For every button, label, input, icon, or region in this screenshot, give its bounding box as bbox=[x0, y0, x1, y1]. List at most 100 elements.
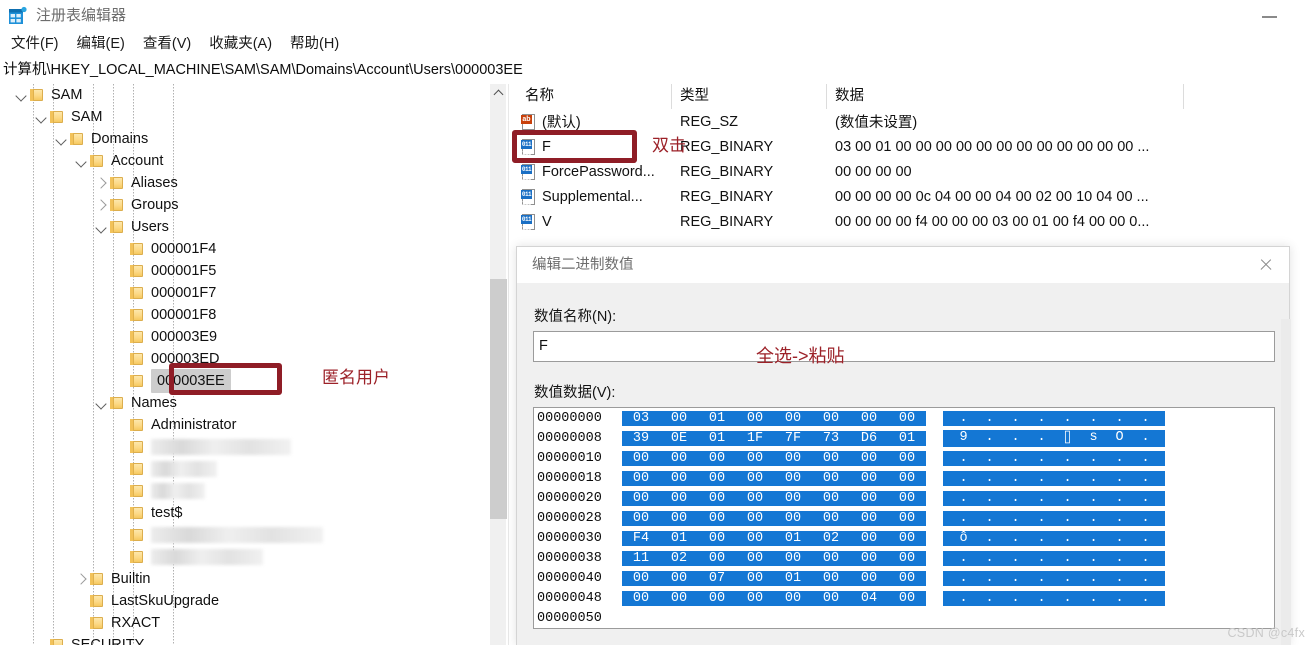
hex-byte[interactable]: 00 bbox=[888, 470, 926, 486]
hex-byte[interactable]: 00 bbox=[774, 410, 812, 426]
hex-byte[interactable]: 00 bbox=[888, 550, 926, 566]
hex-ascii-char[interactable]: . bbox=[1061, 490, 1074, 506]
hex-byte[interactable]: 00 bbox=[698, 470, 736, 486]
hex-ascii-char[interactable]: . bbox=[1009, 550, 1022, 566]
tree-node[interactable]: Users bbox=[0, 216, 489, 238]
hex-byte[interactable]: 00 bbox=[660, 450, 698, 466]
chevron-down-icon[interactable] bbox=[13, 87, 29, 103]
tree-node[interactable] bbox=[0, 546, 489, 568]
hex-ascii-char[interactable]: . bbox=[1113, 470, 1126, 486]
menu-favorites[interactable]: 收藏夹(A) bbox=[200, 32, 281, 56]
hex-byte[interactable]: 00 bbox=[660, 410, 698, 426]
hex-line[interactable]: 00000020 00 00 00 00 00 00 00 00. . . . . . . . bbox=[534, 488, 1165, 508]
hex-ascii-char[interactable]: . bbox=[1061, 470, 1074, 486]
hex-byte[interactable]: 11 bbox=[622, 550, 660, 566]
hex-byte[interactable]: 00 bbox=[660, 490, 698, 506]
hex-line[interactable]: 00000010 00 00 00 00 00 00 00 00. . . . . . . . bbox=[534, 448, 1165, 468]
hex-ascii-char[interactable]: . bbox=[957, 550, 970, 566]
hex-ascii-char[interactable]: . bbox=[1087, 590, 1100, 606]
chevron-down-icon[interactable] bbox=[93, 219, 109, 235]
hex-ascii-char[interactable]: . bbox=[1139, 470, 1152, 486]
hex-byte[interactable]: 00 bbox=[736, 570, 774, 586]
hex-ascii-char[interactable]: . bbox=[1035, 550, 1048, 566]
hex-byte[interactable]: 02 bbox=[660, 550, 698, 566]
hex-ascii-char[interactable]: . bbox=[1061, 450, 1074, 466]
chevron-down-icon[interactable] bbox=[53, 131, 69, 147]
hex-byte[interactable]: 00 bbox=[850, 490, 888, 506]
hex-byte[interactable]: 01 bbox=[698, 410, 736, 426]
hex-line[interactable]: 00000000 03 00 01 00 00 00 00 00. . . . . . . . bbox=[534, 408, 1165, 428]
tree-node[interactable]: Aliases bbox=[0, 172, 489, 194]
hex-byte[interactable]: 00 bbox=[698, 490, 736, 506]
hex-ascii-char[interactable]: . bbox=[983, 530, 996, 546]
hex-ascii-char[interactable]: . bbox=[1009, 530, 1022, 546]
hex-byte[interactable]: 00 bbox=[774, 510, 812, 526]
hex-ascii-char[interactable]: . bbox=[1113, 550, 1126, 566]
minimize-button[interactable] bbox=[1255, 6, 1285, 26]
tree-node[interactable]: 000001F5 bbox=[0, 260, 489, 282]
hex-byte[interactable]: 00 bbox=[812, 450, 850, 466]
hex-ascii-char[interactable]: . bbox=[957, 510, 970, 526]
hex-byte[interactable]: 01 bbox=[888, 430, 926, 446]
hex-byte[interactable]: 00 bbox=[660, 470, 698, 486]
hex-byte[interactable]: 00 bbox=[888, 510, 926, 526]
hex-ascii-char[interactable]: . bbox=[1061, 590, 1074, 606]
hex-byte[interactable]: 00 bbox=[888, 410, 926, 426]
tree-node[interactable]: SAM bbox=[0, 84, 489, 106]
hex-byte[interactable]: 00 bbox=[850, 550, 888, 566]
close-icon[interactable] bbox=[1243, 247, 1289, 283]
chevron-down-icon[interactable] bbox=[73, 153, 89, 169]
tree-node[interactable]: Names bbox=[0, 392, 489, 414]
tree-node[interactable]: Builtin bbox=[0, 568, 489, 590]
hex-byte[interactable]: 00 bbox=[812, 410, 850, 426]
column-header-name[interactable]: 名称 bbox=[517, 84, 672, 109]
hex-ascii-char[interactable]: . bbox=[1009, 470, 1022, 486]
hex-byte[interactable]: 00 bbox=[812, 570, 850, 586]
value-row[interactable]: 011 110 ForcePassword... REG_BINARY 00 00 00… bbox=[517, 159, 1313, 184]
hex-ascii-char[interactable]: . bbox=[1009, 429, 1022, 447]
hex-ascii-char[interactable]: . bbox=[1035, 410, 1048, 426]
menu-help[interactable]: 帮助(H) bbox=[281, 32, 348, 56]
hex-editor[interactable]: 00000000 03 00 01 00 00 00 00 00. . . . . . . . … bbox=[533, 407, 1275, 629]
hex-ascii-char[interactable]: . bbox=[1009, 510, 1022, 526]
tree-node[interactable] bbox=[0, 524, 489, 546]
hex-ascii-char[interactable]: . bbox=[1113, 490, 1126, 506]
menu-edit[interactable]: 编辑(E) bbox=[68, 32, 134, 56]
hex-ascii-char[interactable]: . bbox=[983, 510, 996, 526]
hex-line[interactable]: 00000008 39 0E 01 1F 7F 73 D6 01 9 . . . ⌷ s Ö . bbox=[534, 428, 1165, 448]
hex-byte[interactable]: 1F bbox=[736, 430, 774, 446]
tree-node[interactable]: RXACT bbox=[0, 612, 489, 634]
hex-ascii-char[interactable]: . bbox=[1009, 590, 1022, 606]
hex-ascii-char[interactable]: . bbox=[1139, 429, 1152, 447]
column-header-extra[interactable] bbox=[1184, 84, 1313, 109]
chevron-down-icon[interactable] bbox=[93, 395, 109, 411]
hex-byte[interactable]: 00 bbox=[622, 590, 660, 606]
hex-ascii-char[interactable]: . bbox=[983, 550, 996, 566]
hex-ascii-char[interactable]: . bbox=[1061, 510, 1074, 526]
hex-ascii-char[interactable]: . bbox=[983, 410, 996, 426]
hex-byte[interactable]: 00 bbox=[660, 570, 698, 586]
hex-byte[interactable]: 00 bbox=[812, 470, 850, 486]
tree-node[interactable]: SECURITY bbox=[0, 634, 489, 645]
hex-ascii-char[interactable]: . bbox=[1113, 450, 1126, 466]
scrollbar-thumb[interactable] bbox=[490, 279, 507, 519]
hex-line[interactable]: 00000018 00 00 00 00 00 00 00 00. . . . . . . . bbox=[534, 468, 1165, 488]
hex-ascii-char[interactable]: . bbox=[1113, 590, 1126, 606]
tree-node[interactable]: test$ bbox=[0, 502, 489, 524]
hex-byte[interactable]: 00 bbox=[736, 490, 774, 506]
hex-ascii-char[interactable]: . bbox=[983, 429, 996, 447]
hex-byte[interactable]: 00 bbox=[812, 510, 850, 526]
hex-byte[interactable]: 00 bbox=[850, 570, 888, 586]
value-row[interactable]: 011 110 V REG_BINARY 00 00 00 00 f4 00 00 00… bbox=[517, 209, 1313, 234]
tree-node[interactable]: 000001F8 bbox=[0, 304, 489, 326]
hex-line[interactable]: 00000038 11 02 00 00 00 00 00 00. . . . . . . . bbox=[534, 548, 1165, 568]
hex-byte[interactable]: 00 bbox=[888, 590, 926, 606]
menu-file[interactable]: 文件(F) bbox=[2, 32, 68, 56]
hex-ascii-char[interactable]: . bbox=[983, 490, 996, 506]
hex-ascii-char[interactable]: . bbox=[983, 450, 996, 466]
tree-node[interactable]: 000003E9 bbox=[0, 326, 489, 348]
hex-ascii-char[interactable]: . bbox=[1035, 450, 1048, 466]
hex-ascii-char[interactable]: . bbox=[1139, 590, 1152, 606]
hex-byte[interactable]: 00 bbox=[736, 590, 774, 606]
hex-byte[interactable]: F4 bbox=[622, 530, 660, 546]
